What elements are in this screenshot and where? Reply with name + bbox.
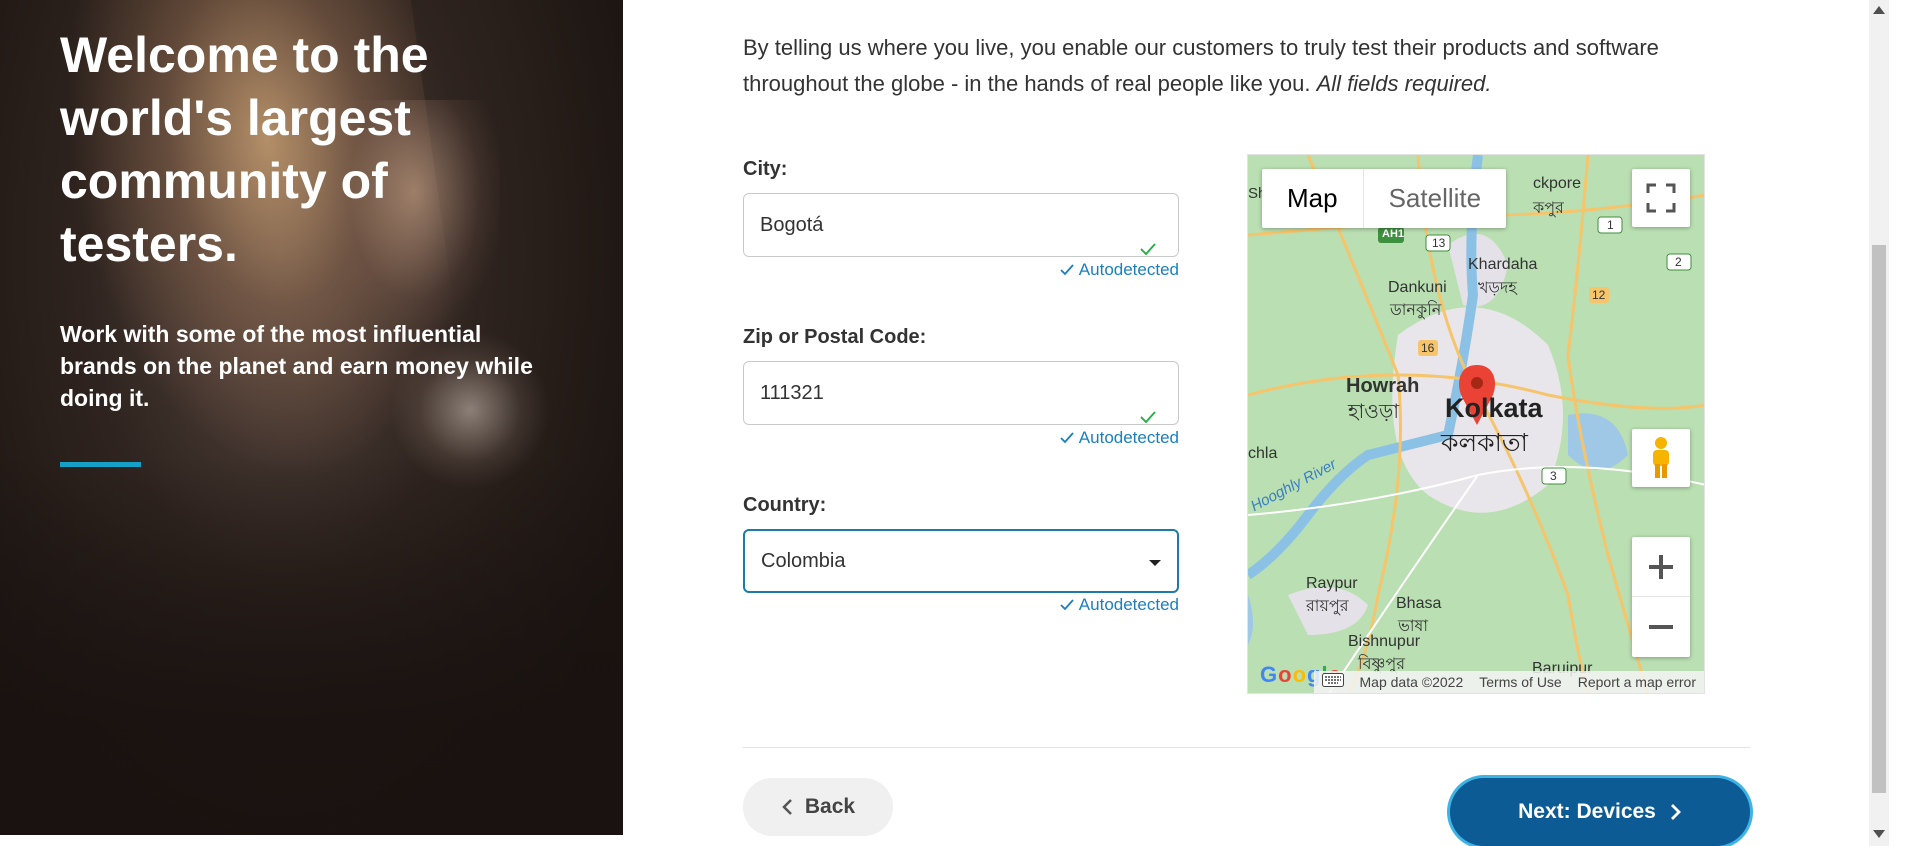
label-howrah: Howrah — [1346, 375, 1420, 397]
zip-input[interactable]: 111321 — [743, 361, 1179, 425]
plus-icon — [1649, 554, 1673, 579]
keyboard-icon — [1321, 673, 1344, 687]
shield-1: 1 — [1607, 218, 1614, 232]
label-dankuni: Dankuni — [1388, 279, 1447, 296]
scroll-thumb[interactable] — [1872, 245, 1886, 793]
label-dankuni-bn: ডানকুনি — [1390, 302, 1442, 319]
label-bhasa: Bhasa — [1396, 595, 1442, 612]
country-select[interactable]: Colombia — [743, 529, 1179, 593]
scroll-down-arrow-icon[interactable] — [1873, 830, 1885, 838]
label-bishnupur: Bishnupur — [1348, 633, 1421, 650]
country-value: Colombia — [761, 549, 846, 572]
map-type-map-button[interactable]: Map — [1262, 169, 1363, 228]
label-raypur: Raypur — [1306, 575, 1358, 592]
hero-panel: Welcome to the world's largest community… — [0, 0, 623, 835]
label-uluberia: chla — [1248, 445, 1278, 462]
chevron-left-icon — [782, 799, 792, 815]
map-footer: Map data ©2022 Terms of Use Report a map… — [1248, 671, 1704, 693]
country-autodetected: Autodetected — [1048, 595, 1179, 615]
shield-ah1: AH1 — [1382, 228, 1405, 240]
hero-photo-shade — [0, 455, 623, 835]
pegman-icon — [1653, 437, 1669, 478]
zoom-control — [1632, 537, 1690, 657]
label-barrackpore: ckpore — [1533, 175, 1582, 192]
zip-autodetected: Autodetected — [1048, 428, 1179, 448]
city-value: Bogotá — [760, 213, 824, 236]
section-divider — [743, 747, 1750, 748]
label-barrackpore-bn: কপুর — [1533, 200, 1564, 217]
shield-16: 16 — [1421, 341, 1435, 355]
zip-label: Zip or Postal Code: — [743, 326, 927, 348]
street-view-button[interactable] — [1632, 429, 1690, 487]
hero-subtitle: Work with some of the most influential b… — [60, 321, 533, 411]
label-raypur-bn: রায়পুর — [1306, 598, 1349, 615]
check-icon — [1060, 264, 1074, 275]
back-label: Back — [804, 795, 856, 818]
map-data-attribution: Map data ©2022 — [1351, 671, 1472, 693]
map-type-control: Map Satellite — [1262, 169, 1507, 228]
label-howrah-bn: হাওড়া — [1348, 401, 1400, 423]
required-note: All fields required. — [1316, 71, 1492, 96]
city-label: City: — [743, 158, 788, 180]
country-label: Country: — [743, 494, 827, 516]
fullscreen-button[interactable] — [1632, 169, 1690, 227]
city-status: Autodetected — [1078, 260, 1179, 279]
check-icon — [1060, 599, 1074, 610]
scroll-up-arrow-icon[interactable] — [1873, 6, 1885, 14]
caret-down-icon — [1149, 560, 1161, 566]
report-map-error-link[interactable]: Report a map error — [1569, 671, 1704, 693]
next-label: Next: Devices — [1518, 800, 1656, 823]
city-input[interactable]: Bogotá — [743, 193, 1179, 257]
label-khardaha: Khardaha — [1468, 256, 1538, 273]
hero-title: Welcome to the world's largest community… — [60, 27, 429, 272]
next-devices-button[interactable]: Next: Devices — [1450, 778, 1750, 846]
hero-accent-bar — [60, 462, 141, 467]
intro-body: By telling us where you live, you enable… — [743, 35, 1659, 96]
valid-check-icon — [1140, 411, 1156, 423]
shield-3: 3 — [1550, 469, 1557, 483]
zoom-in-button[interactable] — [1632, 537, 1690, 597]
shield-2: 2 — [1675, 255, 1682, 269]
keyboard-shortcuts-button[interactable] — [1313, 671, 1352, 693]
fullscreen-icon — [1646, 183, 1676, 213]
label-kolkata: Kolkata — [1445, 393, 1543, 423]
valid-check-icon — [1140, 243, 1156, 255]
city-autodetected: Autodetected — [1048, 260, 1179, 280]
label-khardaha-bn: খড়দহ — [1478, 280, 1517, 297]
shield-12: 12 — [1592, 288, 1606, 302]
country-status: Autodetected — [1078, 595, 1179, 614]
intro-text: By telling us where you live, you enable… — [743, 30, 1723, 102]
chevron-right-icon — [1670, 804, 1681, 820]
zip-status: Autodetected — [1078, 428, 1179, 447]
zip-value: 111321 — [760, 381, 824, 404]
back-button[interactable]: Back — [743, 778, 893, 836]
location-map[interactable]: AH1 13 1 2 12 16 3 ckpore কপুর Sh Kharda… — [1247, 154, 1705, 694]
zoom-out-button[interactable] — [1632, 597, 1690, 657]
page-scrollbar[interactable] — [1869, 0, 1889, 846]
map-type-satellite-button[interactable]: Satellite — [1362, 169, 1507, 228]
shield-13: 13 — [1432, 236, 1446, 250]
minus-icon — [1649, 625, 1673, 629]
label-kolkata-bn: কলকাতা — [1441, 429, 1528, 457]
terms-of-use-link[interactable]: Terms of Use — [1471, 671, 1570, 693]
check-icon — [1060, 432, 1074, 443]
